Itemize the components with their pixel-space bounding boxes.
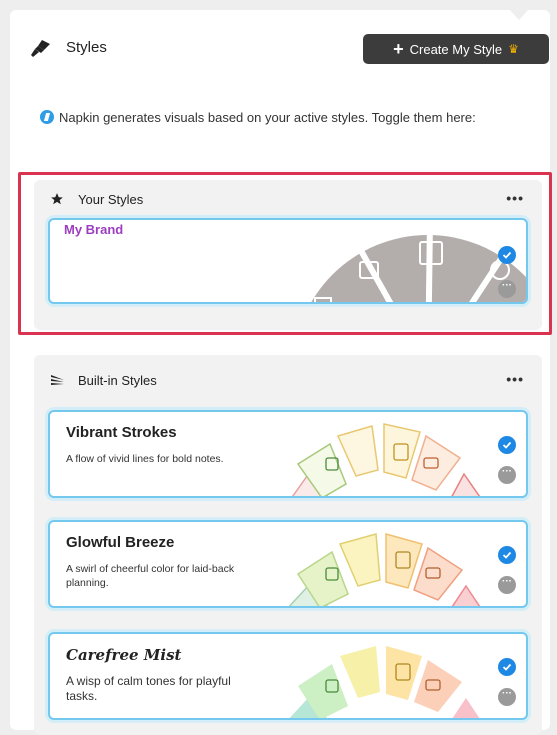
style-card-description: A wisp of calm tones for playful tasks. bbox=[66, 674, 231, 703]
style-active-check-icon[interactable] bbox=[498, 546, 516, 564]
style-options-button[interactable]: ··· bbox=[498, 688, 516, 706]
builtin-styles-section: Built-in Styles ••• Vibrant Strokes A fl… bbox=[34, 355, 542, 735]
style-options-button[interactable]: ··· bbox=[498, 466, 516, 484]
brush-icon bbox=[30, 38, 52, 63]
style-card-title: Vibrant Strokes bbox=[66, 424, 177, 441]
style-card-title: Glowful Breeze bbox=[66, 534, 175, 551]
styles-header: Styles + Create My Style ♛ bbox=[30, 34, 550, 64]
style-active-check-icon[interactable] bbox=[498, 658, 516, 676]
style-preview-art bbox=[291, 423, 481, 496]
style-active-check-icon[interactable] bbox=[498, 436, 516, 454]
style-card-description: A flow of vivid lines for bold notes. bbox=[66, 453, 224, 465]
layers-brush-icon bbox=[50, 373, 66, 392]
info-text: Napkin generates visuals based on your a… bbox=[59, 110, 476, 125]
style-card-vibrant-strokes[interactable]: Vibrant Strokes A flow of vivid lines fo… bbox=[48, 410, 528, 498]
style-card-title: Carefree Mist bbox=[66, 646, 182, 664]
style-card-description: A swirl of cheerful color for laid-back … bbox=[66, 563, 235, 589]
style-card-glowful-breeze[interactable]: Glowful Breeze A swirl of cheerful color… bbox=[48, 520, 528, 608]
create-my-style-button[interactable]: + Create My Style ♛ bbox=[363, 34, 549, 64]
lightning-info-icon bbox=[40, 110, 54, 124]
style-preview-art bbox=[288, 533, 481, 606]
info-message: Napkin generates visuals based on your a… bbox=[40, 108, 520, 128]
style-preview-art bbox=[289, 646, 480, 718]
style-card-carefree-mist[interactable]: Carefree Mist A wisp of calm tones for p… bbox=[48, 632, 528, 720]
builtin-styles-title: Built-in Styles bbox=[78, 373, 157, 388]
crown-icon: ♛ bbox=[508, 42, 519, 56]
page-title: Styles bbox=[66, 39, 107, 56]
plus-icon: + bbox=[393, 39, 404, 59]
highlight-box bbox=[18, 172, 552, 335]
panel-pointer bbox=[510, 10, 528, 20]
create-button-label: Create My Style bbox=[409, 41, 503, 57]
style-options-button[interactable]: ··· bbox=[498, 576, 516, 594]
builtin-styles-more-button[interactable]: ••• bbox=[506, 371, 524, 387]
